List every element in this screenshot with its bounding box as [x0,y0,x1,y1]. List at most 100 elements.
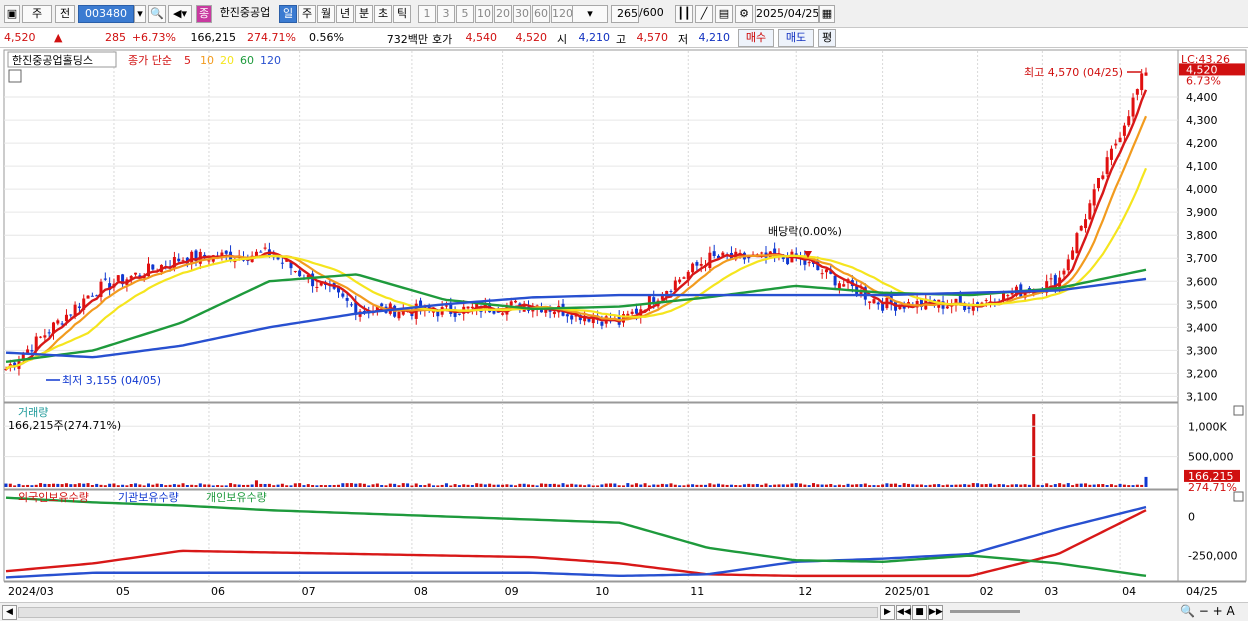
gear-icon[interactable]: ⚙ [735,5,753,23]
volume-bar [881,484,885,487]
calendar-icon[interactable]: ▦ [819,5,835,23]
volume-bar [967,484,971,487]
candle-body [177,258,181,262]
volume-bar [237,484,241,487]
holder-close-icon[interactable] [1233,491,1244,502]
legend-ma-60: 60 [240,54,254,67]
market-select[interactable]: 주 [22,5,52,23]
candle-body [945,306,949,309]
volume-bar [932,484,936,487]
date-input[interactable]: 2025/04/25 [755,5,819,23]
tab-period-5[interactable]: 초 [374,5,392,23]
candle-body [699,263,703,266]
candle-body [691,263,695,273]
volume-bar [142,485,146,487]
tab-period-2[interactable]: 월 [317,5,335,23]
current-price: 4,520 [4,31,36,44]
interval-3[interactable]: 3 [437,5,455,23]
candle-body [565,314,569,317]
chart-area[interactable]: 한진중공업홀딩스 종가 단순 5 10 20 60 120 4,400 4,300 4,200 4,… [0,49,1248,602]
volume-bar [388,483,392,487]
volume-bar [729,484,733,487]
draw-tool-icon[interactable]: ╱ [695,5,713,23]
volume-bar [354,483,358,487]
x-axis-label: 11 [690,585,704,598]
volume-bar [829,483,833,487]
buy-button[interactable]: 매수 [738,29,774,47]
last-button[interactable]: ▶▶ [928,605,943,620]
price-y-tick: 3,700 [1186,252,1218,265]
volume-bar [410,485,414,487]
volume-bar [591,485,595,487]
volume-bar [1109,484,1113,487]
volume-bar [898,484,902,487]
tab-period-6[interactable]: 틱 [393,5,411,23]
first-button[interactable]: ◀◀ [896,605,911,620]
interval-20[interactable]: 20 [494,5,512,23]
volume-value-label: 166,215주(274.71%) [8,419,121,432]
volume-bar [375,483,379,487]
code-input[interactable]: 003480 [78,5,134,23]
search-icon[interactable]: 🔍 [148,5,166,23]
count-input[interactable]: 265 [611,5,639,23]
candle-body [820,273,824,275]
volume-bar [233,484,237,487]
window-icon[interactable]: ▣ [4,5,20,23]
volume-bar [868,485,872,487]
sound-icon[interactable]: ◀▾ [168,5,192,23]
scroll-right-button[interactable]: ▶ [880,605,895,620]
candle-body [673,280,677,291]
interval-60[interactable]: 60 [532,5,550,23]
volume-bar [289,485,293,487]
tab-period-4[interactable]: 분 [355,5,373,23]
volume-bar [807,485,811,487]
candle-body [224,250,228,254]
volume-bar [1105,485,1109,487]
table-icon[interactable] [8,69,22,83]
type-select[interactable]: 전 [55,5,75,23]
interval-10[interactable]: 10 [475,5,493,23]
candle-icon[interactable]: ┃┃ [675,5,693,23]
interval-1[interactable]: 1 [418,5,436,23]
eval-button[interactable]: 평 [818,29,836,47]
zoom-tools-icon[interactable]: 🔍 − + A [1180,604,1235,618]
scroll-left-button[interactable]: ◀ [2,605,17,620]
volume-bar [229,483,233,487]
x-axis-label: 12 [798,585,812,598]
interval-select[interactable]: ▾ [572,5,608,23]
interval-30[interactable]: 30 [513,5,531,23]
code-dropdown-icon[interactable]: ▾ [134,5,146,23]
volume-bar [1036,484,1040,487]
stop-button[interactable]: ■ [912,605,927,620]
sell-button[interactable]: 매도 [778,29,814,47]
legend-stock-name: 한진중공업홀딩스 [12,54,93,67]
scroll-track[interactable] [18,607,878,618]
volume-bar [324,485,328,487]
volume-bar [345,483,349,487]
chart-svg[interactable]: 한진중공업홀딩스 종가 단순 5 10 20 60 1204,4004,3004,2004,… [0,49,1248,602]
volume-bar [911,484,915,487]
volume-close-icon[interactable] [1233,405,1244,416]
interval-120[interactable]: 120 [551,5,573,23]
volume-bar [30,485,34,487]
candle-body [807,262,811,264]
price-panel[interactable] [3,49,1179,403]
open-price: 4,210 [578,31,611,44]
volume-bar [1097,484,1100,487]
volume-bar [721,484,725,487]
volume-panel[interactable] [3,402,1179,490]
zoom-slider[interactable] [950,610,1020,613]
tab-period-3[interactable]: 년 [336,5,354,23]
interval-5[interactable]: 5 [456,5,474,23]
volume-bar [552,483,556,487]
candle-body [824,269,828,273]
volume-bar [626,483,630,487]
candle-body [1084,219,1088,229]
scrollbar[interactable]: ◀ ▶ ◀◀ ■ ▶▶ 🔍 − + A [0,602,1248,621]
volume-bar [734,485,738,487]
tab-period-1[interactable]: 주 [298,5,316,23]
tab-period-0[interactable]: 일 [279,5,297,23]
volume-bar [613,483,617,487]
candle-body [872,299,876,304]
save-icon[interactable]: ▤ [715,5,733,23]
